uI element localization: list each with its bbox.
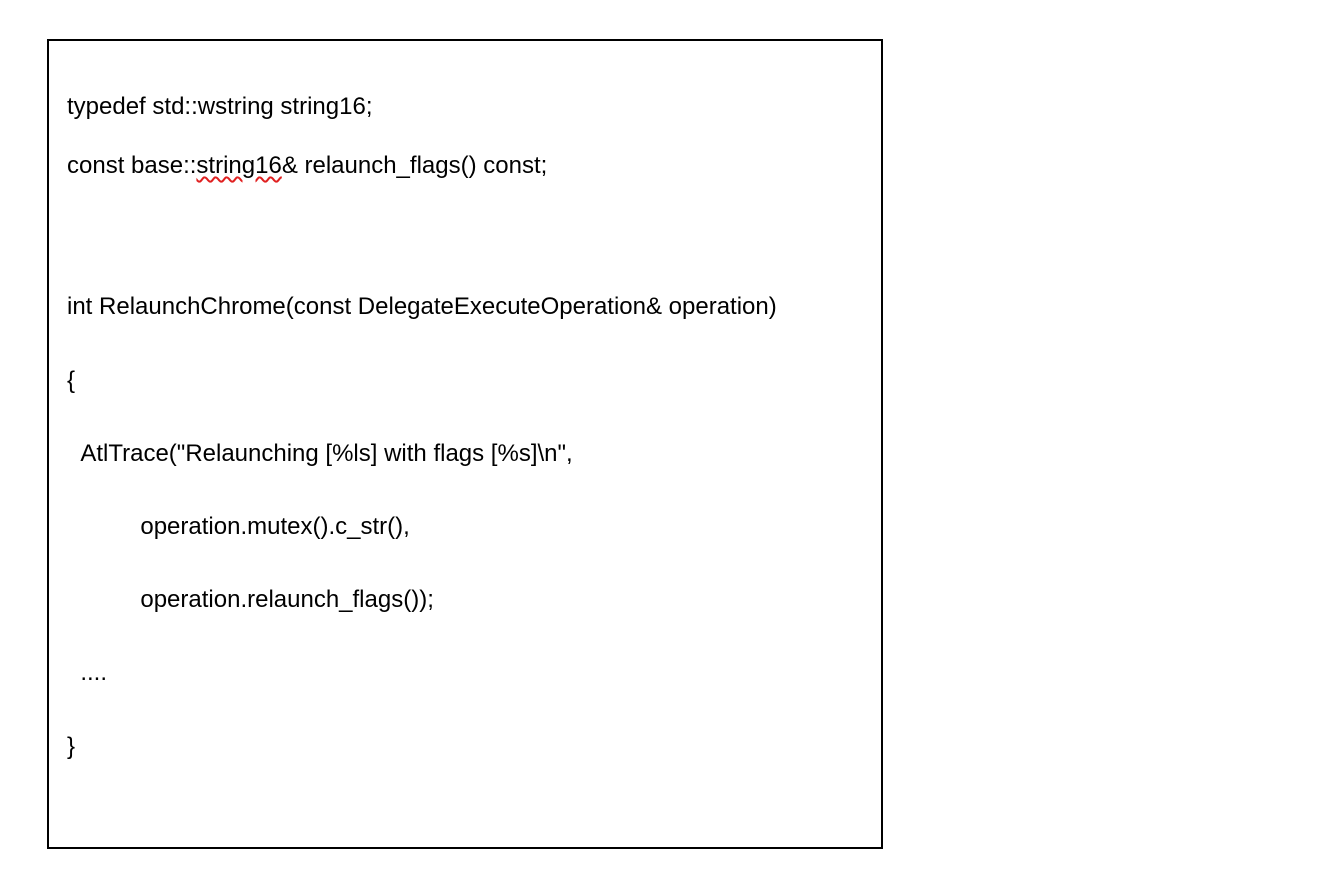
code-snippet-box: typedef std::wstring string16; const bas… (47, 39, 883, 849)
code-line: const base::string16& relaunch_flags() c… (67, 150, 863, 181)
code-line: operation.mutex().c_str(), (67, 511, 863, 542)
code-line: AtlTrace("Relaunching [%ls] with flags [… (67, 438, 863, 469)
code-line: typedef std::wstring string16; (67, 91, 863, 122)
code-line: operation.relaunch_flags()); (67, 584, 863, 615)
code-text: const base:: (67, 152, 196, 179)
spellcheck-squiggle: string16 (196, 152, 281, 179)
code-text: & relaunch_flags() const; (282, 152, 547, 179)
code-line: { (67, 365, 863, 396)
code-line: .... (67, 657, 863, 688)
code-line: int RelaunchChrome(const DelegateExecute… (67, 291, 863, 322)
code-line: } (67, 731, 863, 762)
